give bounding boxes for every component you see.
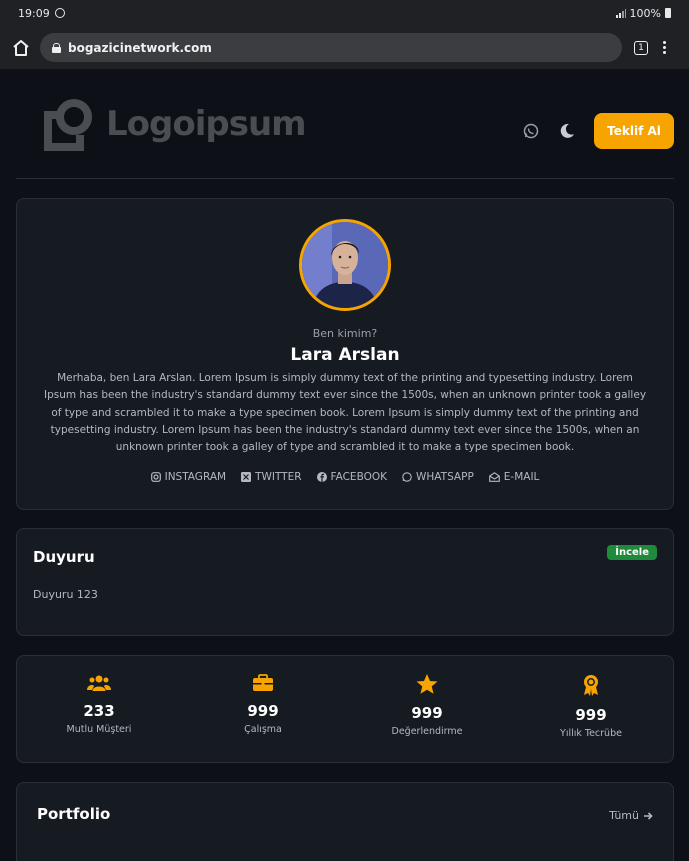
- briefcase-icon: [253, 674, 273, 691]
- profile-bio: Merhaba, ben Lara Arslan. Lorem Ipsum is…: [43, 372, 647, 454]
- stat-value: 999: [411, 704, 443, 722]
- twitter-label: TWITTER: [255, 471, 302, 484]
- users-icon: [87, 675, 111, 691]
- url-bar[interactable]: bogazicinetwork.com: [40, 33, 622, 62]
- instagram-label: INSTAGRAM: [164, 471, 227, 484]
- facebook-icon: [316, 472, 327, 483]
- facebook-link[interactable]: FACEBOOK: [316, 471, 388, 484]
- page-content: Logoipsum Teklif Al Ben kimim? Lara Arsl…: [0, 69, 689, 861]
- stat-reviews: 999 Değerlendirme: [345, 656, 509, 762]
- announcement-title: Duyuru: [33, 548, 95, 566]
- logo[interactable]: Logoipsum: [40, 97, 307, 151]
- tab-switcher-button[interactable]: 1: [634, 40, 648, 55]
- whatsapp-button[interactable]: [522, 122, 540, 140]
- whatsapp-icon: [523, 123, 539, 139]
- portfolio-title: Portfolio: [37, 805, 111, 823]
- stat-label: Mutlu Müşteri: [66, 724, 132, 735]
- portfolio-all-label: Tümü: [609, 809, 639, 822]
- stat-experience: 999 Yıllık Tecrübe: [509, 656, 673, 762]
- portfolio-card: Portfolio Tümü: [16, 782, 674, 861]
- social-links: INSTAGRAM TWITTER FACEBOOK WHATSAPP E-MA…: [17, 471, 673, 483]
- battery-icon: [665, 8, 671, 18]
- stat-label: Yıllık Tecrübe: [560, 728, 622, 739]
- stat-works: 999 Çalışma: [181, 656, 345, 762]
- avatar: [299, 219, 391, 311]
- get-quote-button[interactable]: Teklif Al: [594, 113, 674, 149]
- mail-icon: [488, 472, 500, 483]
- status-bar: 19:09 100%: [0, 0, 689, 26]
- email-label: E-MAIL: [503, 471, 540, 484]
- moon-icon: [560, 123, 574, 138]
- stat-label: Değerlendirme: [391, 726, 463, 737]
- announcement-card: Duyuru İncele Duyuru 123: [16, 528, 674, 636]
- lock-icon: [52, 42, 61, 53]
- signal-icon: [615, 8, 626, 18]
- home-button[interactable]: [10, 37, 32, 59]
- whatsapp-link[interactable]: WHATSAPP: [402, 471, 474, 483]
- award-icon: [584, 675, 598, 696]
- announcement-review-badge[interactable]: İncele: [607, 545, 657, 560]
- browser-toolbar: bogazicinetwork.com 1: [0, 26, 689, 69]
- stats-card: 233 Mutlu Müşteri 999 Çalışma 999 Değerl…: [16, 655, 674, 763]
- logo-text: Logoipsum: [106, 104, 307, 144]
- facebook-label: FACEBOOK: [330, 471, 388, 484]
- announcement-text: Duyuru 123: [33, 588, 98, 601]
- logo-mark-icon: [44, 99, 92, 151]
- data-saver-icon: [54, 8, 65, 18]
- stat-label: Çalışma: [244, 724, 282, 735]
- arrow-right-icon: [644, 811, 653, 820]
- profile-name: Lara Arslan: [290, 345, 400, 365]
- status-time: 19:09: [18, 6, 50, 20]
- stat-happy-clients: 233 Mutlu Müşteri: [17, 656, 181, 762]
- dark-mode-toggle[interactable]: [558, 122, 576, 140]
- portfolio-all-link[interactable]: Tümü: [609, 809, 653, 822]
- profile-kicker: Ben kimim?: [312, 327, 378, 340]
- battery-percent: 100%: [629, 6, 661, 20]
- stat-value: 233: [83, 702, 115, 720]
- whatsapp-icon: [402, 472, 412, 483]
- stat-value: 999: [247, 702, 279, 720]
- header-actions: Teklif Al: [522, 113, 674, 149]
- browser-menu-button[interactable]: [663, 41, 666, 54]
- whatsapp-label: WHATSAPP: [416, 471, 474, 484]
- instagram-link[interactable]: INSTAGRAM: [150, 471, 227, 484]
- instagram-icon: [150, 472, 161, 483]
- site-header: Logoipsum Teklif Al: [16, 69, 674, 179]
- home-icon: [13, 39, 29, 56]
- email-link[interactable]: E-MAIL: [488, 471, 540, 484]
- stat-value: 999: [575, 706, 607, 724]
- star-icon: [416, 674, 438, 694]
- twitter-link[interactable]: TWITTER: [241, 471, 302, 484]
- twitter-icon: [241, 472, 252, 483]
- profile-card: Ben kimim? Lara Arslan Merhaba, ben Lara…: [16, 198, 674, 510]
- url-text: bogazicinetwork.com: [68, 40, 212, 55]
